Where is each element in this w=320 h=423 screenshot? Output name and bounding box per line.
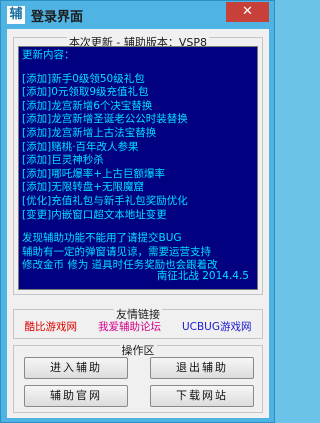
login-window: 辅 登录界面 ✕ 本次更新 - 辅助版本：VSP8 更新内容： [添加]新手0级…	[0, 0, 275, 423]
close-button[interactable]: ✕	[226, 2, 269, 22]
update-note-line: 辅助有一定的弹窗请见谅，需要运营支持	[22, 245, 211, 258]
update-group: 本次更新 - 辅助版本：VSP8 更新内容： [添加]新手0级领50级礼包 [添…	[13, 36, 263, 295]
operations-legend: 操作区	[119, 344, 157, 357]
exit-helper-button[interactable]: 退出辅助	[150, 357, 254, 379]
update-note-line: [添加]赌桃·百年改人参果	[22, 140, 139, 153]
update-note-line: [添加]龙宫新增圣诞老公公时装替换	[22, 113, 188, 126]
update-note-line: [变更]内嵌窗口超文本地址变更	[22, 208, 167, 221]
update-note-line: 更新内容：	[22, 49, 75, 61]
update-note-line: [添加]无限转盘+无限魔窟	[22, 181, 144, 194]
update-note-line: [添加]新手0级领50级礼包	[22, 72, 145, 85]
update-note-line: 发现辅助功能不能用了请提交BUG	[22, 232, 182, 245]
update-note-line: [添加]龙宫新增6个决宝替换	[22, 99, 153, 112]
update-note-line: [添加]龙宫新增上古法宝替换	[22, 126, 157, 139]
client-area: 本次更新 - 辅助版本：VSP8 更新内容： [添加]新手0级领50级礼包 [添…	[7, 29, 269, 418]
update-note-line: [添加]巨灵神秒杀	[22, 154, 104, 167]
update-note-line: [添加]哪吒爆率+上古巨额爆率	[22, 167, 165, 180]
link-woai-fuzhu-forum[interactable]: 我爱辅助论坛	[98, 319, 161, 334]
link-kubi-games[interactable]: 酷比游戏网	[24, 319, 77, 334]
friend-links-group: 友情链接 酷比游戏网 我爱辅助论坛 UCBUG游戏网	[13, 308, 263, 339]
app-icon: 辅	[7, 6, 25, 24]
update-note-line: [添加]0元领取9级充值礼包	[22, 86, 149, 99]
title-bar[interactable]: 辅 登录界面 ✕	[1, 1, 274, 29]
update-signature: 南征北战 2014.4.5	[156, 270, 249, 282]
operations-group: 操作区 进入辅助 退出辅助 辅助官网 下载网站	[13, 344, 263, 413]
update-notes-textbox[interactable]: 更新内容： [添加]新手0级领50级礼包 [添加]0元领取9级充值礼包 [添加]…	[18, 46, 258, 290]
enter-helper-button[interactable]: 进入辅助	[24, 357, 128, 379]
update-note-line: [优化]充值礼包与新手礼包奖励优化	[22, 194, 188, 207]
window-title: 登录界面	[31, 10, 84, 25]
download-site-button[interactable]: 下载网站	[150, 385, 254, 407]
official-site-button[interactable]: 辅助官网	[24, 385, 128, 407]
link-ucbug-games[interactable]: UCBUG游戏网	[182, 319, 252, 334]
close-icon: ✕	[242, 4, 253, 19]
